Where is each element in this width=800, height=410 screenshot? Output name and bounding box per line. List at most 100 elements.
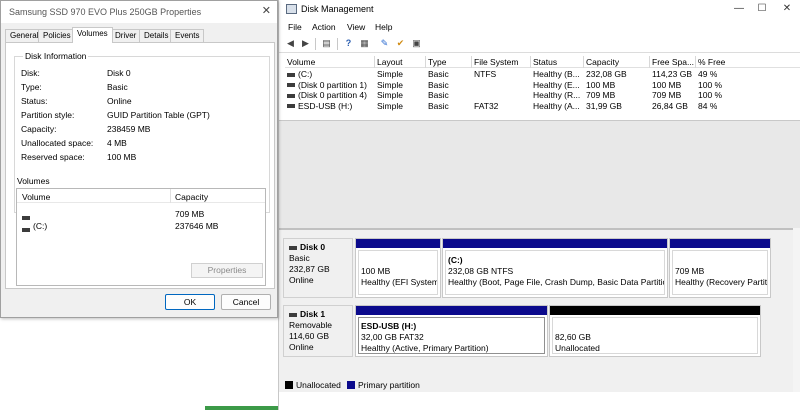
legend-unallocated: Unallocated (296, 380, 341, 390)
info-key: Disk: (21, 68, 40, 78)
column-layout[interactable]: Layout (377, 57, 403, 67)
volume-status: Healthy (B... (533, 69, 580, 79)
info-key: Capacity: (21, 124, 57, 134)
partition-c[interactable]: (C:) 232,08 GB NTFS Healthy (Boot, Page … (442, 238, 668, 298)
column-divider (374, 56, 375, 68)
disk-1-label[interactable]: Disk 1 Removable 114,60 GB Online (283, 305, 353, 357)
primary-partition-bar (443, 239, 667, 248)
partition-size: 709 MB (675, 266, 705, 276)
drive-icon (22, 227, 30, 232)
help-icon[interactable]: ? (342, 37, 355, 50)
partition-efi[interactable]: 100 MB Healthy (EFI System (355, 238, 441, 298)
column-divider (471, 56, 472, 68)
rescan-icon[interactable]: ✔ (394, 37, 407, 50)
cancel-button[interactable]: Cancel (221, 294, 271, 310)
volume-type: Basic (428, 100, 449, 111)
info-row: Capacity: 238459 MB (21, 124, 261, 135)
close-button[interactable]: ✕ (779, 2, 795, 16)
column-status[interactable]: Status (533, 57, 557, 67)
partition-size: 32,00 GB FAT32 (361, 332, 424, 342)
volume-status: Healthy (E... (533, 79, 580, 90)
column-volume[interactable]: Volume (22, 192, 50, 202)
column-percent-free[interactable]: % Free (698, 57, 725, 67)
partition-health: Unallocated (555, 343, 600, 353)
column-file-system[interactable]: File System (474, 57, 518, 67)
partition-size: 82,60 GB (555, 332, 591, 342)
volume-file-system: NTFS (474, 69, 497, 79)
column-divider (425, 56, 426, 68)
partition-health: Healthy (Active, Primary Partition) (361, 343, 489, 353)
volume-row[interactable]: (Disk 0 partition 4) Simple Basic Health… (285, 89, 800, 100)
info-key: Reserved space: (21, 152, 85, 162)
info-value: 100 MB (107, 152, 137, 162)
volume-capacity: 31,99 GB (586, 100, 622, 111)
disk-status: Online (289, 275, 314, 285)
volume-type: Basic (428, 90, 449, 100)
menu-file[interactable]: File (288, 22, 302, 32)
list-view-icon[interactable]: ▦ (358, 37, 371, 50)
disk-properties-dialog: Samsung SSD 970 EVO Plus 250GB Propertie… (0, 0, 278, 318)
partition-name (675, 255, 765, 266)
vertical-scrollbar[interactable] (793, 228, 800, 392)
volume-capacity: 709 MB (175, 209, 205, 219)
legend-primary: Primary partition (358, 380, 420, 390)
forward-arrow-icon[interactable]: ▶ (299, 37, 312, 50)
menu-help[interactable]: Help (375, 22, 392, 32)
primary-partition-bar (670, 239, 770, 248)
back-arrow-icon[interactable]: ◀ (284, 37, 297, 50)
disk-graphical-view: Disk 0 Basic 232,87 GB Online 100 MB Hea… (279, 228, 800, 392)
list-item[interactable]: (C:) 237646 MB (17, 221, 265, 232)
column-type[interactable]: Type (428, 57, 446, 67)
volume-capacity: 709 MB (586, 90, 616, 100)
disk-name: Disk 0 (300, 242, 326, 252)
disk-type: Removable (289, 320, 332, 330)
tab-events[interactable]: Events (170, 29, 205, 42)
primary-partition-bar (356, 239, 440, 248)
disk-0-label[interactable]: Disk 0 Basic 232,87 GB Online (283, 238, 353, 298)
column-divider (170, 189, 171, 203)
tab-driver[interactable]: Driver (110, 29, 142, 42)
volume-capacity: 237646 MB (175, 221, 219, 231)
volume-percent-free: 100 % (698, 90, 723, 100)
volume-type: Basic (428, 69, 449, 79)
properties-button[interactable]: Properties (191, 263, 263, 278)
column-volume[interactable]: Volume (287, 57, 315, 67)
partition-esd-usb[interactable]: ESD-USB (H:) 32,00 GB FAT32 Healthy (Act… (355, 305, 548, 357)
partition-unallocated[interactable]: 82,60 GB Unallocated (549, 305, 761, 357)
menu-action[interactable]: Action (312, 22, 336, 32)
info-row: Reserved space: 100 MB (21, 152, 261, 163)
list-item[interactable]: 709 MB (17, 209, 265, 220)
volume-row[interactable]: ESD-USB (H:) Simple Basic FAT32 Healthy … (285, 100, 800, 111)
ok-button[interactable]: OK (165, 294, 215, 310)
column-divider (530, 56, 531, 68)
maximize-button[interactable]: ☐ (754, 2, 770, 16)
column-capacity[interactable]: Capacity (175, 192, 208, 202)
minimize-button[interactable]: — (731, 2, 747, 16)
tab-policies[interactable]: Policies (38, 29, 76, 42)
connect-icon[interactable]: ✎ (378, 37, 391, 50)
disk-size: 114,60 GB (289, 331, 330, 341)
info-key: Unallocated space: (21, 138, 94, 148)
tab-details[interactable]: Details (139, 29, 174, 42)
volume-row[interactable]: (Disk 0 partition 1) Simple Basic Health… (285, 79, 800, 90)
volume-name: ESD-USB (H:) (298, 100, 353, 111)
volume-percent-free: 84 % (698, 100, 718, 111)
volume-type: Basic (428, 79, 449, 90)
properties-icon[interactable]: ▣ (410, 37, 423, 50)
column-free-space[interactable]: Free Spa... (652, 57, 694, 67)
column-capacity[interactable]: Capacity (586, 57, 619, 67)
volumes-list-header: Volume Capacity (17, 189, 265, 203)
console-tree-icon[interactable]: ▤ (320, 37, 333, 50)
partition-name (361, 255, 435, 266)
partition-recovery[interactable]: 709 MB Healthy (Recovery Partition) (669, 238, 771, 298)
primary-partition-bar (356, 306, 547, 315)
tab-volumes[interactable]: Volumes (72, 27, 113, 43)
volume-row[interactable]: (C:) Simple Basic NTFS Healthy (B... 232… (285, 68, 800, 79)
volume-percent-free: 49 % (698, 69, 718, 79)
info-value: Basic (107, 82, 128, 92)
dialog-close-button[interactable]: ✕ (262, 4, 271, 17)
volume-list: Volume Layout Type File System Status Ca… (285, 56, 800, 111)
menu-view[interactable]: View (347, 22, 365, 32)
volume-free-space: 114,23 GB (652, 69, 693, 79)
info-value: 4 MB (107, 138, 127, 148)
